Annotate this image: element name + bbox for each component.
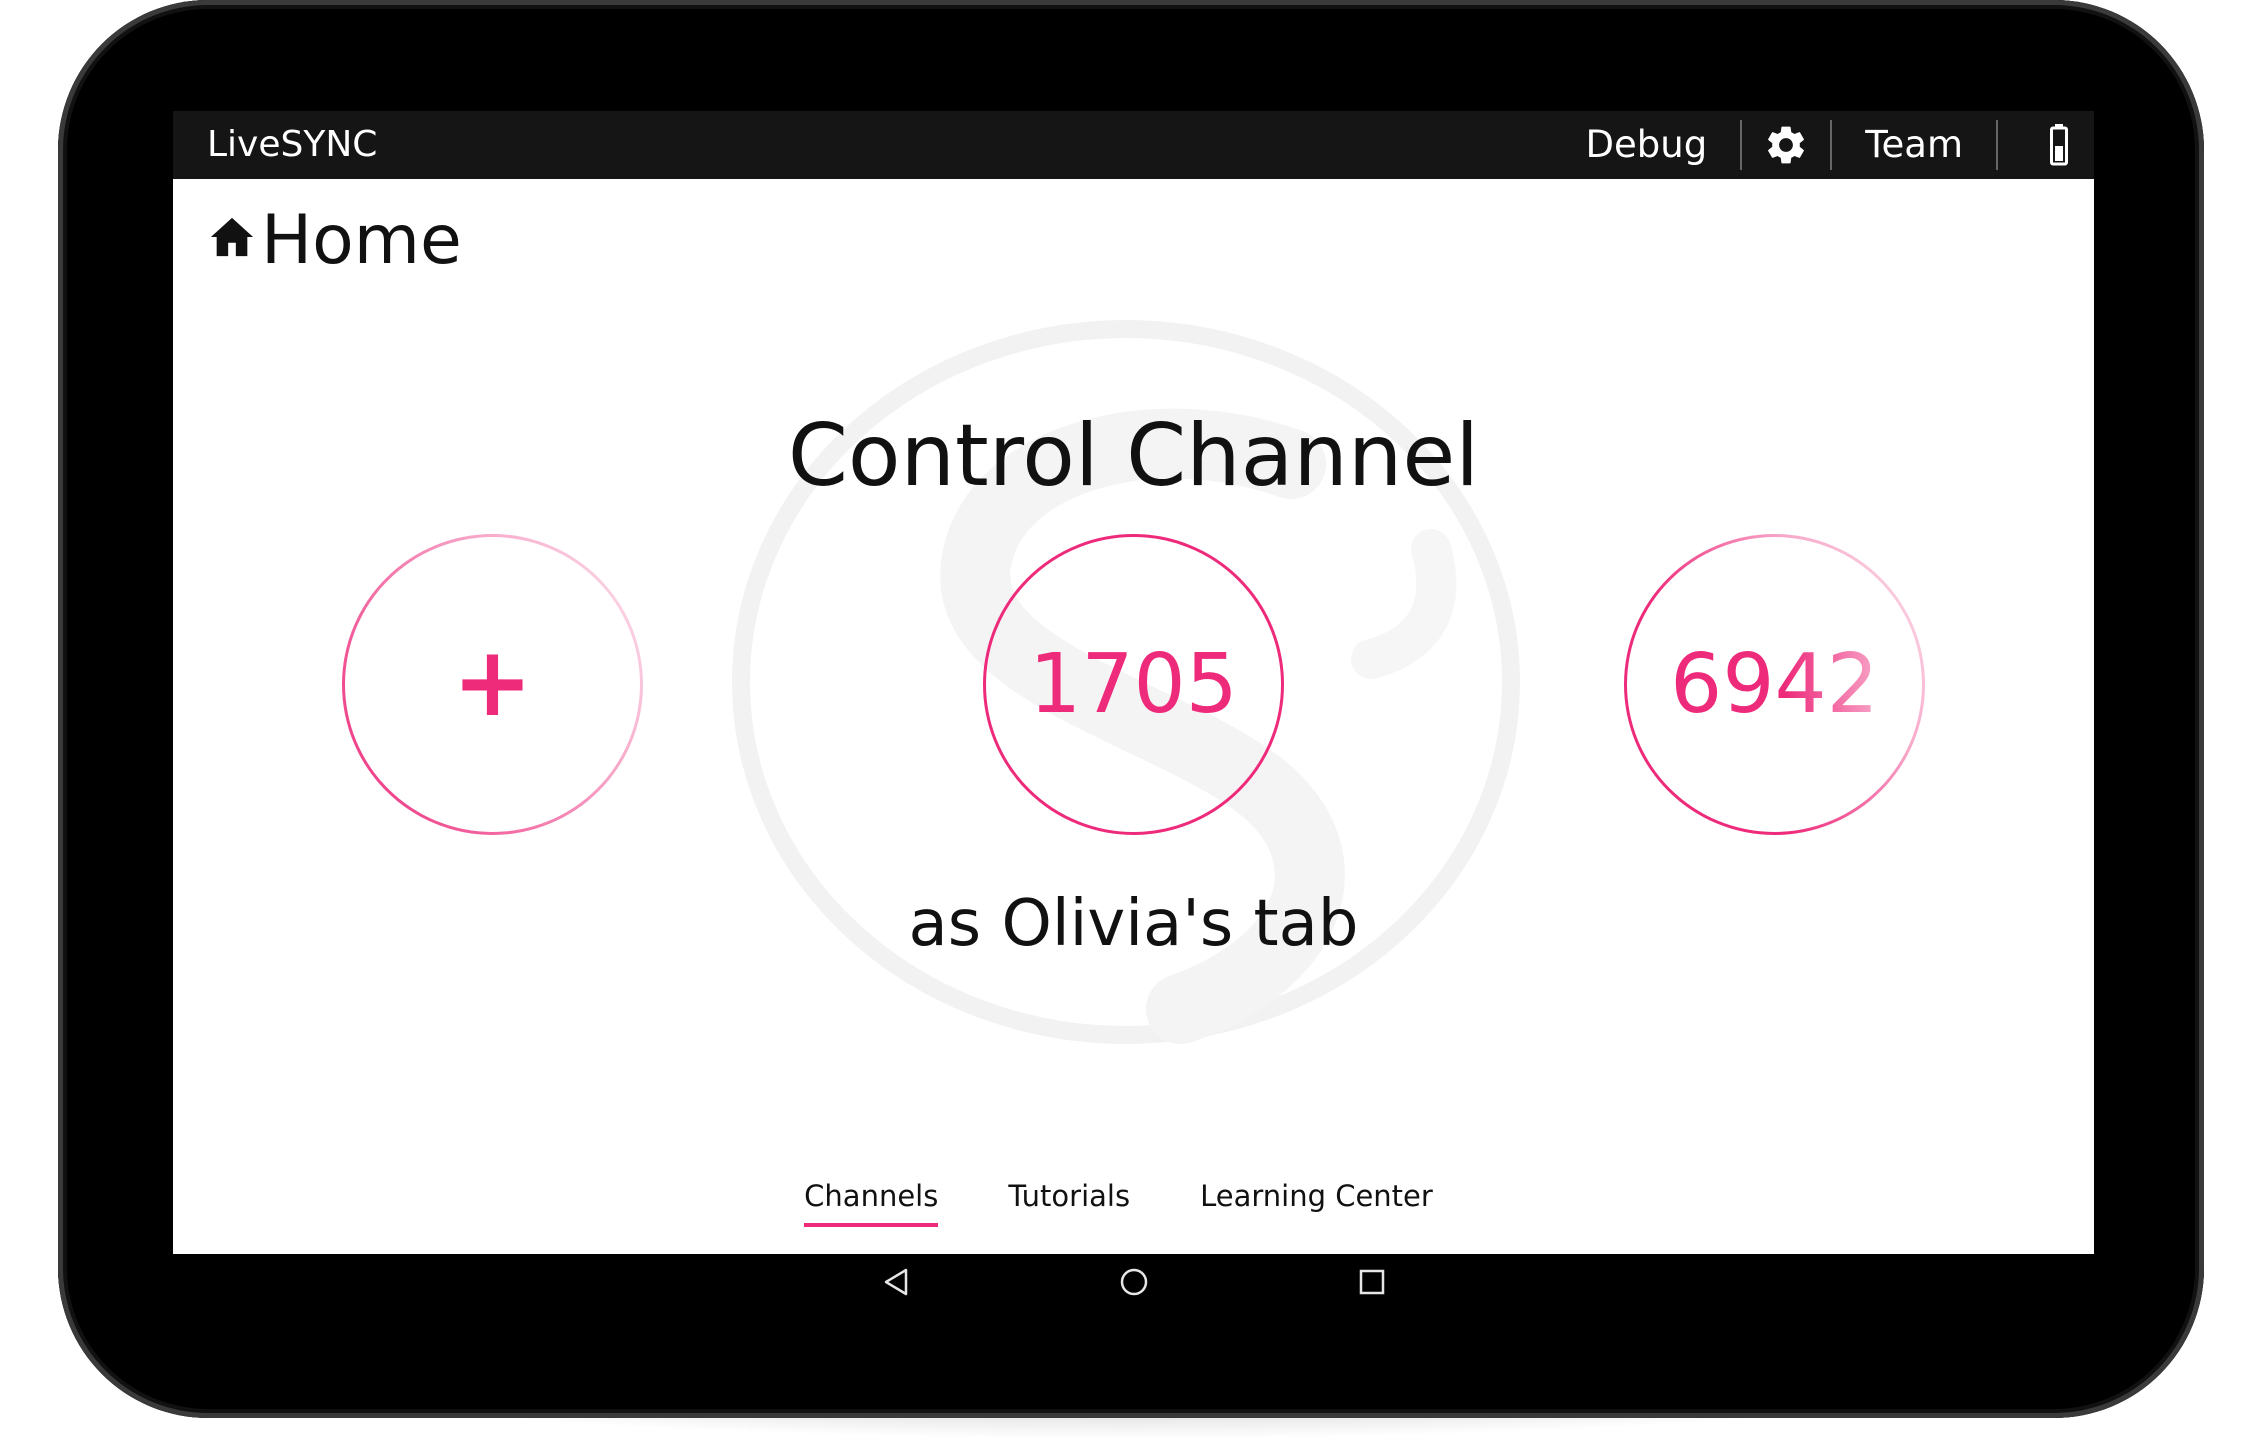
control-channel-heading: Control Channel [787, 406, 1480, 506]
plus-icon: + [452, 625, 533, 738]
back-button[interactable] [866, 1254, 926, 1310]
channel-button-6942[interactable]: 6942 [1624, 534, 1925, 835]
app-title: LiveSYNC [207, 124, 378, 165]
bottom-tabs: Channels Tutorials Learning Center [173, 1179, 2094, 1227]
team-button[interactable]: Team [1832, 111, 1996, 179]
tab-tutorials[interactable]: Tutorials [1008, 1179, 1130, 1227]
add-channel-button[interactable]: + [342, 534, 643, 835]
page-header: Home [209, 201, 462, 281]
home-icon [210, 217, 254, 257]
settings-button[interactable] [1742, 111, 1830, 179]
top-app-bar: LiveSYNC Debug Team [173, 111, 2094, 179]
app-screen: LiveSYNC Debug Team Home Control Channel… [173, 111, 2094, 1254]
channel-button-1705[interactable]: 1705 [983, 534, 1284, 835]
gear-icon [1768, 126, 1805, 164]
system-navigation-bar [173, 1254, 2094, 1310]
recents-button[interactable] [1342, 1254, 1402, 1310]
tab-learning-center[interactable]: Learning Center [1200, 1179, 1433, 1227]
device-role-subtitle: as Olivia's tab [908, 887, 1359, 961]
debug-button[interactable]: Debug [1553, 111, 1741, 179]
home-circle-icon [1120, 1268, 1147, 1296]
channel-number: 6942 [1670, 636, 1879, 732]
battery-indicator [1998, 111, 2068, 179]
recents-square-icon [1359, 1269, 1384, 1295]
page: LiveSYNC Debug Team Home Control Channel… [0, 0, 2262, 1450]
battery-icon [2050, 124, 2068, 166]
channel-number: 1705 [1029, 636, 1238, 732]
tab-channels[interactable]: Channels [804, 1179, 939, 1227]
page-title: Home [261, 201, 462, 280]
home-button[interactable] [1104, 1254, 1164, 1310]
back-triangle-icon [884, 1268, 907, 1296]
top-actions: Debug Team [1553, 111, 2068, 179]
